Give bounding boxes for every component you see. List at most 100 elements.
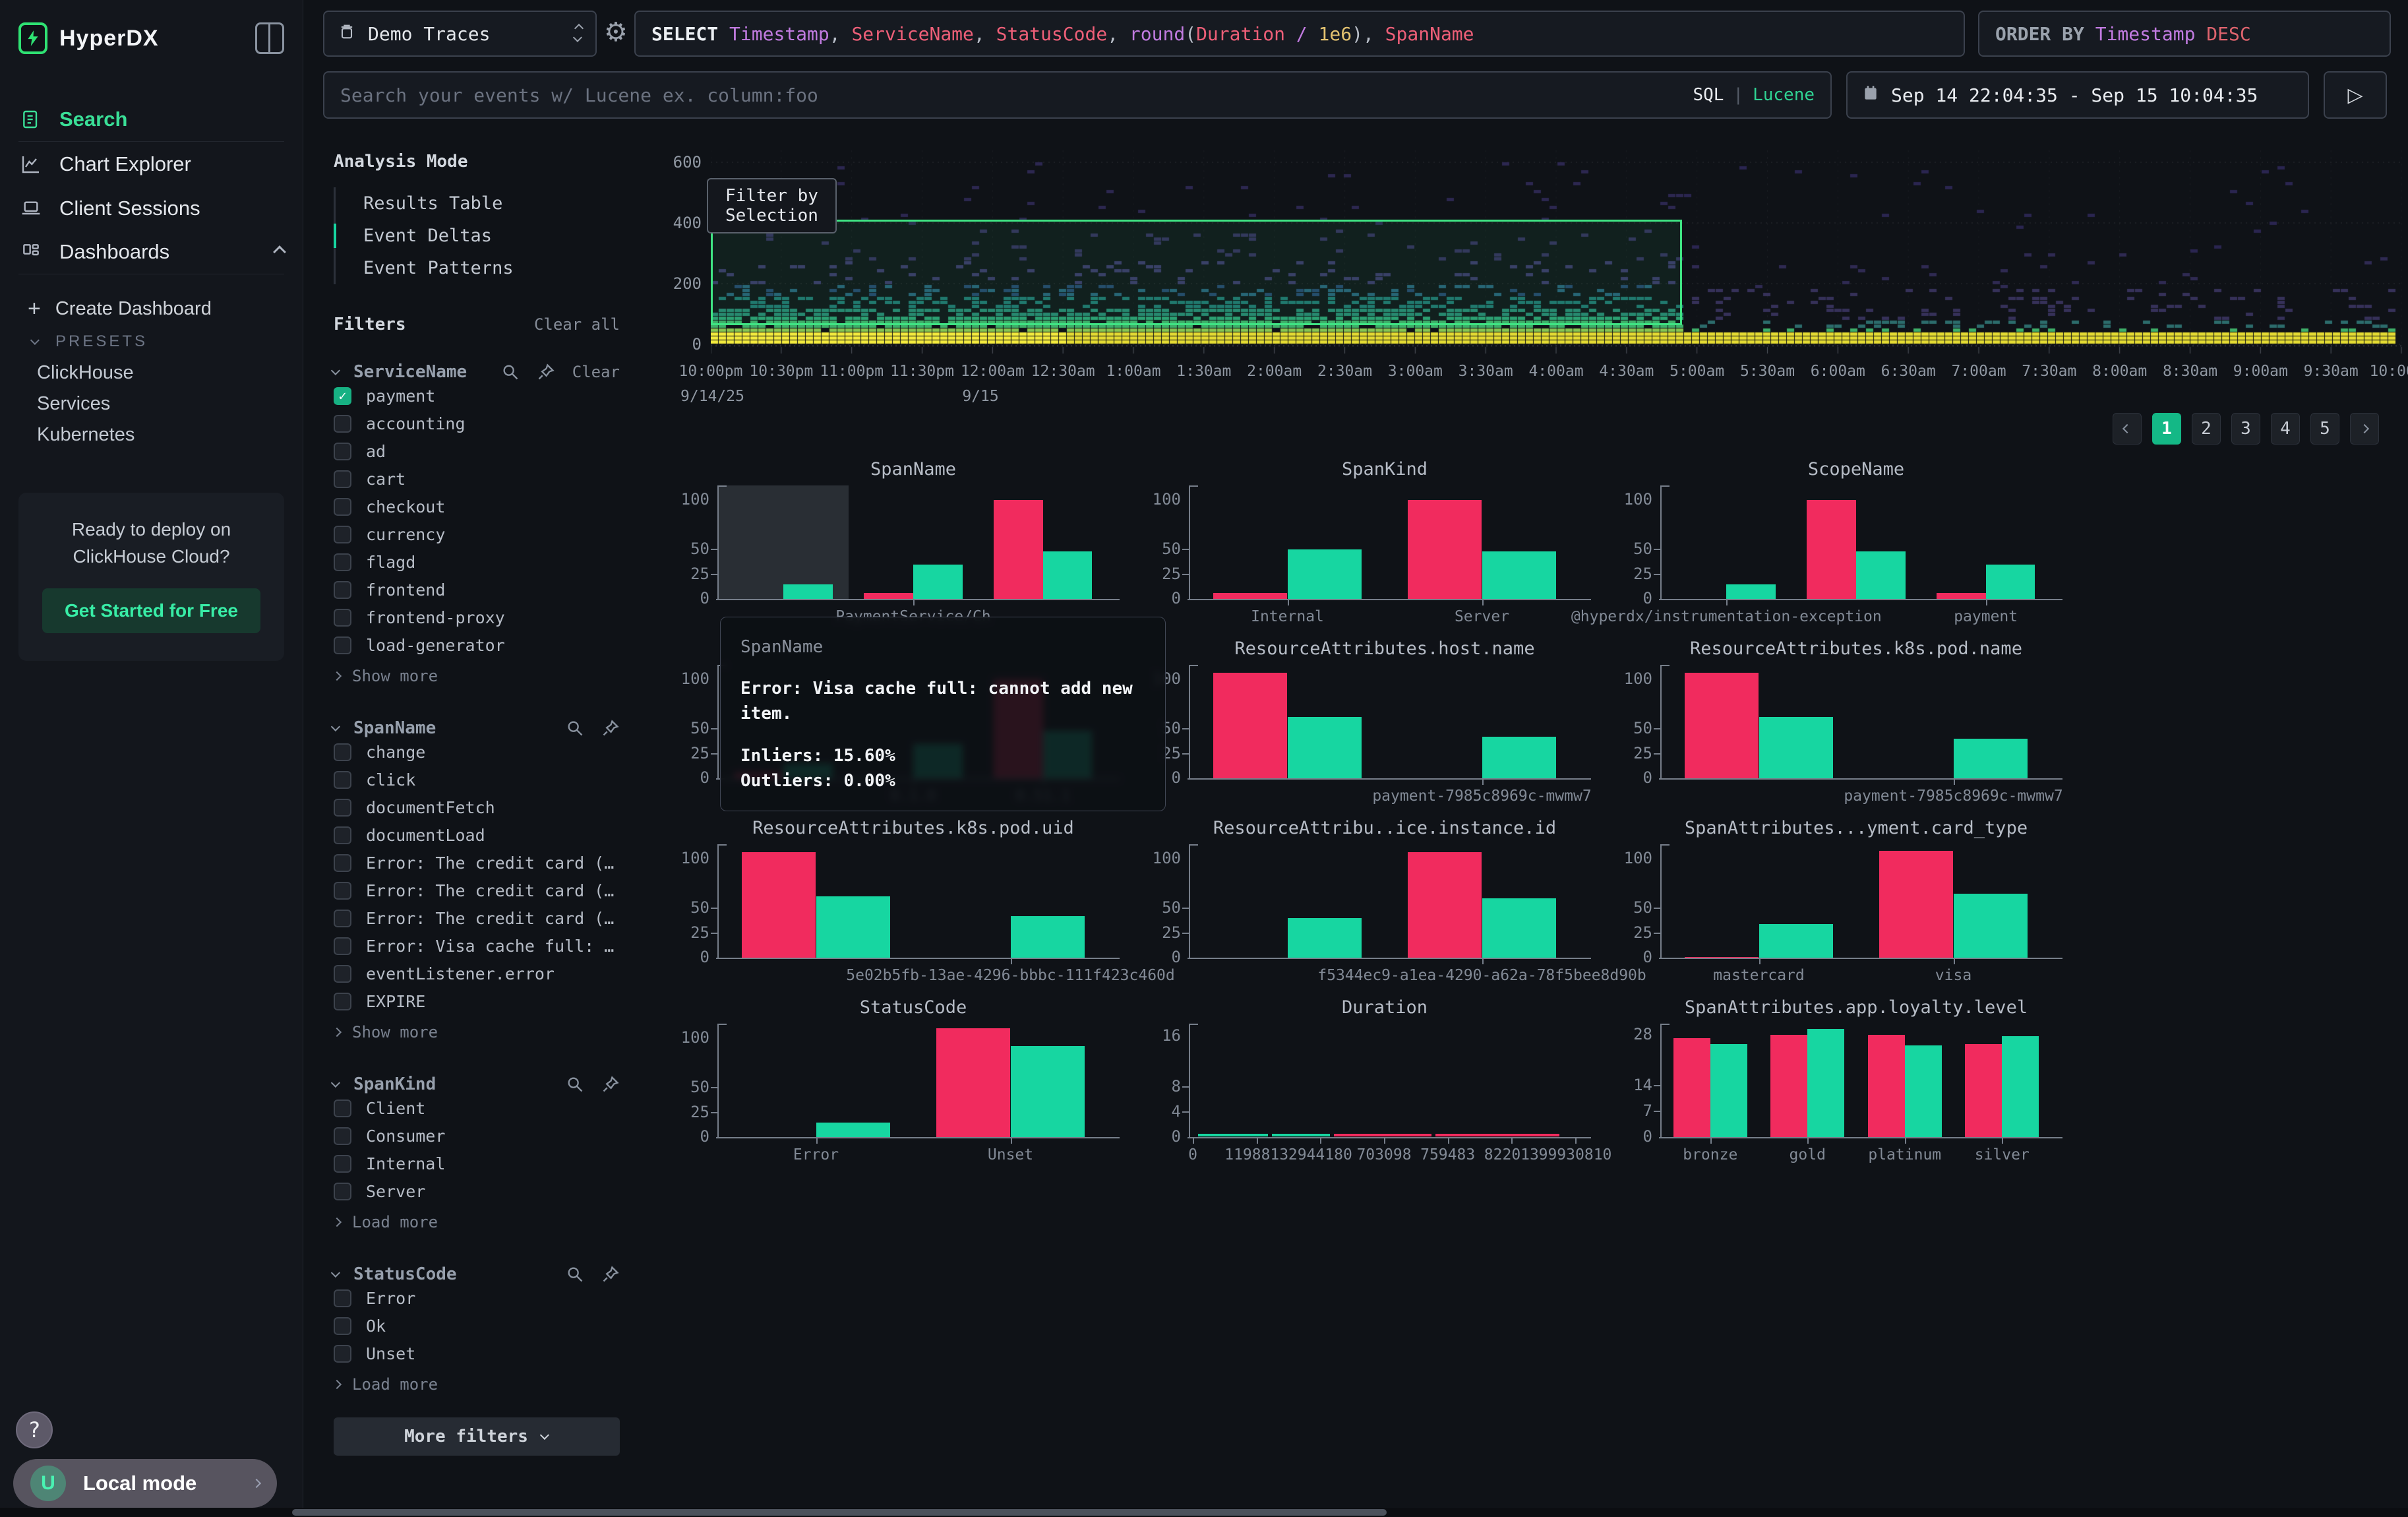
pin-icon[interactable]: [601, 1265, 620, 1284]
duration-inlier-segment[interactable]: [1272, 1134, 1331, 1136]
filter-checkbox-documentfetch[interactable]: documentFetch: [334, 793, 620, 821]
inlier-bar[interactable]: [783, 584, 833, 599]
inlier-bar[interactable]: [1856, 551, 1906, 599]
outlier-bar[interactable]: [1685, 957, 1759, 958]
filter-checkbox-click[interactable]: click: [334, 766, 620, 793]
run-query-button[interactable]: ▷: [2324, 71, 2387, 119]
inlier-bar[interactable]: [1288, 549, 1362, 599]
checkbox[interactable]: [334, 470, 351, 488]
search-icon[interactable]: [501, 363, 520, 381]
search-icon[interactable]: [566, 1075, 584, 1094]
checkbox[interactable]: [334, 526, 351, 543]
chevron-down-icon[interactable]: [331, 1268, 340, 1278]
filter-checkbox-expire[interactable]: EXPIRE: [334, 987, 620, 1015]
pagination-page-4[interactable]: 4: [2271, 413, 2300, 445]
outlier-bar[interactable]: [1213, 673, 1287, 778]
chevron-down-icon[interactable]: [331, 722, 340, 731]
inlier-bar[interactable]: [1482, 737, 1556, 778]
filter-checkbox-load-generator[interactable]: load-generator: [334, 631, 620, 659]
outlier-bar[interactable]: [1937, 593, 1986, 599]
sql-select-editor[interactable]: SELECT Timestamp, ServiceName, StatusCod…: [634, 11, 1965, 57]
sidebar-preset-services[interactable]: Services: [28, 388, 284, 419]
horizontal-scrollbar[interactable]: [0, 1508, 2408, 1517]
filter-checkbox-cart[interactable]: cart: [334, 465, 620, 493]
pin-icon[interactable]: [601, 719, 620, 737]
filter-checkbox-accounting[interactable]: accounting: [334, 410, 620, 437]
inlier-bar[interactable]: [913, 565, 963, 599]
order-by-editor[interactable]: ORDER BY Timestamp DESC: [1978, 11, 2391, 57]
filter-checkbox-change[interactable]: change: [334, 738, 620, 766]
checkbox[interactable]: [334, 581, 351, 599]
checkbox[interactable]: [334, 799, 351, 817]
filter-checkbox-checkout[interactable]: checkout: [334, 493, 620, 520]
more-filters-button[interactable]: More filters: [334, 1417, 620, 1456]
filter-checkbox-error-visa-cache-full-[interactable]: Error: Visa cache full: …: [334, 932, 620, 960]
checkbox[interactable]: [334, 553, 351, 571]
lucene-mode-toggle[interactable]: Lucene: [1753, 85, 1815, 105]
search-icon[interactable]: [566, 719, 584, 737]
checkbox[interactable]: [334, 1345, 351, 1363]
filter-checkbox-server[interactable]: Server: [334, 1177, 620, 1205]
create-dashboard-button[interactable]: + Create Dashboard: [28, 292, 284, 326]
outlier-bar[interactable]: [1868, 1035, 1905, 1137]
filter-checkbox-error-the-credit-card-[interactable]: Error: The credit card (…: [334, 877, 620, 904]
pagination-next[interactable]: [2350, 413, 2379, 445]
analysis-mode-option-event-deltas[interactable]: Event Deltas: [336, 220, 620, 252]
checkbox[interactable]: [334, 1099, 351, 1117]
filter-group-clear[interactable]: Clear: [572, 363, 620, 381]
pin-icon[interactable]: [601, 1075, 620, 1094]
filter-checkbox-consumer[interactable]: Consumer: [334, 1122, 620, 1150]
checkbox[interactable]: [334, 854, 351, 872]
outlier-bar[interactable]: [1673, 1038, 1710, 1137]
outlier-bar[interactable]: [1879, 851, 1953, 958]
checkbox[interactable]: [334, 937, 351, 955]
duration-outlier-segment[interactable]: [1334, 1134, 1431, 1136]
outlier-bar[interactable]: [1213, 593, 1287, 599]
outlier-bar[interactable]: [936, 1028, 1010, 1137]
outlier-bar[interactable]: [994, 500, 1043, 599]
analysis-mode-option-event-patterns[interactable]: Event Patterns: [336, 252, 620, 284]
sidebar-item-chart-explorer[interactable]: Chart Explorer: [18, 142, 284, 186]
checkbox[interactable]: [334, 443, 351, 460]
sidebar-item-client-sessions[interactable]: Client Sessions: [18, 186, 284, 230]
local-mode-menu[interactable]: U Local mode: [13, 1459, 277, 1508]
outlier-bar[interactable]: [1685, 673, 1759, 778]
checkbox[interactable]: [334, 1155, 351, 1173]
checkbox[interactable]: [334, 882, 351, 900]
filter-group-show-more[interactable]: Show more: [334, 662, 620, 691]
scrollbar-thumb[interactable]: [292, 1509, 1387, 1516]
inlier-bar[interactable]: [1288, 918, 1362, 958]
source-select[interactable]: Demo Traces: [323, 11, 597, 57]
checkbox[interactable]: [334, 771, 351, 789]
checkbox[interactable]: [334, 1183, 351, 1200]
filter-checkbox-error-the-credit-card-[interactable]: Error: The credit card (…: [334, 904, 620, 932]
inlier-bar[interactable]: [1986, 565, 2035, 599]
filter-by-selection-button[interactable]: Filter by Selection: [707, 178, 837, 233]
filter-group-load-more[interactable]: Load more: [334, 1370, 620, 1399]
outlier-bar[interactable]: [864, 593, 913, 599]
sidebar-collapse-icon[interactable]: [255, 22, 284, 54]
sidebar-item-dashboards[interactable]: Dashboards: [18, 230, 284, 274]
checkbox[interactable]: [334, 1317, 351, 1335]
inlier-bar[interactable]: [1759, 717, 1833, 778]
pagination-page-3[interactable]: 3: [2231, 413, 2260, 445]
checkbox[interactable]: [334, 498, 351, 516]
duration-inlier-segment[interactable]: [1198, 1134, 1268, 1136]
pagination-page-5[interactable]: 5: [2310, 413, 2339, 445]
outlier-bar[interactable]: [1965, 1044, 2002, 1137]
pagination-page-2[interactable]: 2: [2192, 413, 2221, 445]
checkbox[interactable]: ✓: [334, 387, 351, 405]
inlier-bar[interactable]: [1905, 1045, 1942, 1137]
inlier-bar[interactable]: [816, 896, 890, 958]
filter-checkbox-frontend[interactable]: frontend: [334, 576, 620, 604]
checkbox[interactable]: [334, 415, 351, 433]
inlier-bar[interactable]: [1759, 924, 1833, 958]
filter-checkbox-error-the-credit-card-[interactable]: Error: The credit card (…: [334, 849, 620, 877]
checkbox[interactable]: [334, 1127, 351, 1145]
checkbox[interactable]: [334, 910, 351, 927]
pagination-page-1[interactable]: 1: [2152, 413, 2181, 445]
filter-group-load-more[interactable]: Load more: [334, 1208, 620, 1237]
time-range-picker[interactable]: Sep 14 22:04:35 - Sep 15 10:04:35: [1846, 71, 2309, 119]
heatmap-selection[interactable]: [711, 220, 1682, 325]
checkbox[interactable]: [334, 1289, 351, 1307]
